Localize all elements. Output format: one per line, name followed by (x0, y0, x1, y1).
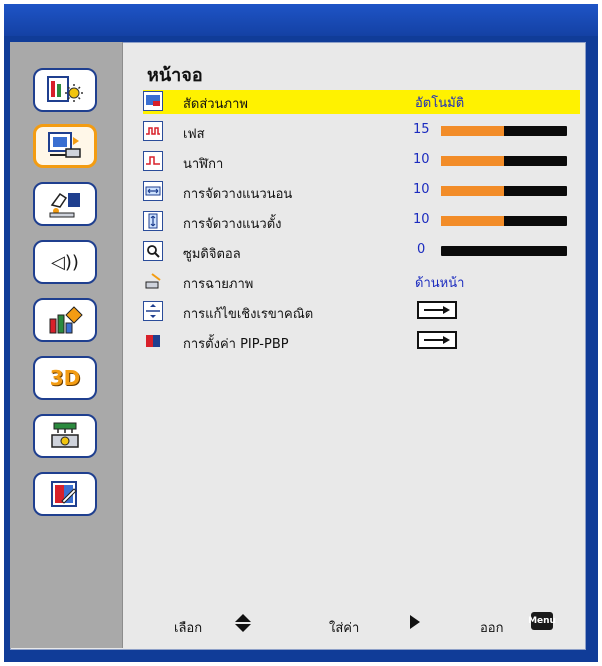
menu-item-aspect-ratio[interactable]: สัดส่วนภาพ อัตโนมัติ (143, 90, 580, 114)
options-category-icon[interactable] (33, 298, 97, 342)
menu-item-label: ซูมดิจิตอล (183, 247, 241, 262)
h-position-slider[interactable] (441, 186, 567, 196)
menu-item-value: ด้านหน้า (415, 276, 465, 291)
page-title: หน้าจอ (147, 65, 203, 86)
slider-fill (441, 216, 504, 226)
menu-item-phase[interactable]: เฟส 15 (143, 120, 580, 144)
menu-item-label: การจัดวางแนวนอน (183, 187, 293, 202)
menu-item-h-position[interactable]: การจัดวางแนวนอน 10 (143, 180, 580, 204)
image-category-icon[interactable] (33, 68, 97, 112)
phase-icon (143, 121, 163, 141)
info-category-icon[interactable] (33, 472, 97, 516)
menu-item-digital-zoom[interactable]: ซูมดิจิตอล 0 (143, 240, 580, 264)
aspect-ratio-icon (143, 91, 163, 111)
right-arrow-icon (410, 615, 420, 629)
clock-slider[interactable] (441, 156, 567, 166)
menu-item-label: การตั้งค่า PIP-PBP (183, 337, 289, 352)
footer-exit-label: ออก (480, 621, 504, 636)
v-position-slider[interactable] (441, 216, 567, 226)
enter-arrow-icon[interactable] (417, 331, 457, 349)
display-category-icon[interactable] (33, 124, 97, 168)
osd-top-bar (4, 4, 598, 36)
footer-help-bar: เลือก ใส่ค่า ออก Menu (122, 603, 584, 647)
menu-item-projection[interactable]: การฉายภาพ ด้านหน้า (143, 270, 580, 294)
menu-item-label: การแก้ไขเชิงเรขาคณิต (183, 307, 314, 322)
menu-item-geometric-correction[interactable]: การแก้ไขเชิงเรขาคณิต (143, 300, 580, 324)
footer-enter-label: ใส่ค่า (329, 621, 360, 636)
settings-category-icon[interactable] (33, 182, 97, 226)
up-down-arrow-icon (235, 614, 251, 632)
clock-icon (143, 151, 163, 171)
magnifier-icon (143, 241, 163, 261)
menu-item-value: 10 (413, 152, 430, 167)
3d-category-icon[interactable]: 3D (33, 356, 97, 400)
geometric-correction-icon (143, 301, 163, 321)
menu-item-value: อัตโนมัติ (415, 96, 465, 111)
menu-item-pip-pbp[interactable]: การตั้งค่า PIP-PBP (143, 330, 580, 354)
phase-slider[interactable] (441, 126, 567, 136)
menu-item-label: นาฬิกา (183, 157, 224, 172)
menu-item-value: 10 (413, 182, 430, 197)
projection-icon (143, 271, 163, 291)
menu-item-value: 10 (413, 212, 430, 227)
menu-item-value: 15 (413, 122, 430, 137)
menu-item-value: 0 (417, 242, 426, 257)
menu-item-label: การจัดวางแนวตั้ง (183, 217, 282, 232)
slider-fill (441, 126, 504, 136)
menu-item-label: สัดส่วนภาพ (183, 97, 248, 112)
slider-fill (441, 186, 504, 196)
menu-key-icon: Menu (528, 612, 556, 630)
menu-item-label: เฟส (183, 127, 205, 142)
audio-category-icon[interactable]: ◁)) (33, 240, 97, 284)
pip-pbp-icon (143, 331, 163, 351)
v-position-icon (143, 211, 163, 231)
slider-fill (441, 156, 504, 166)
menu-item-label: การฉายภาพ (183, 277, 254, 292)
category-sidebar: ◁)) 3D (10, 42, 123, 648)
enter-arrow-icon[interactable] (417, 301, 457, 319)
h-position-icon (143, 181, 163, 201)
speaker-icon: ◁)) (51, 251, 79, 273)
menu-item-clock[interactable]: นาฬิกา 10 (143, 150, 580, 174)
network-category-icon[interactable] (33, 414, 97, 458)
footer-select-label: เลือก (174, 621, 203, 636)
menu-item-v-position[interactable]: การจัดวางแนวตั้ง 10 (143, 210, 580, 234)
digital-zoom-slider[interactable] (441, 246, 567, 256)
